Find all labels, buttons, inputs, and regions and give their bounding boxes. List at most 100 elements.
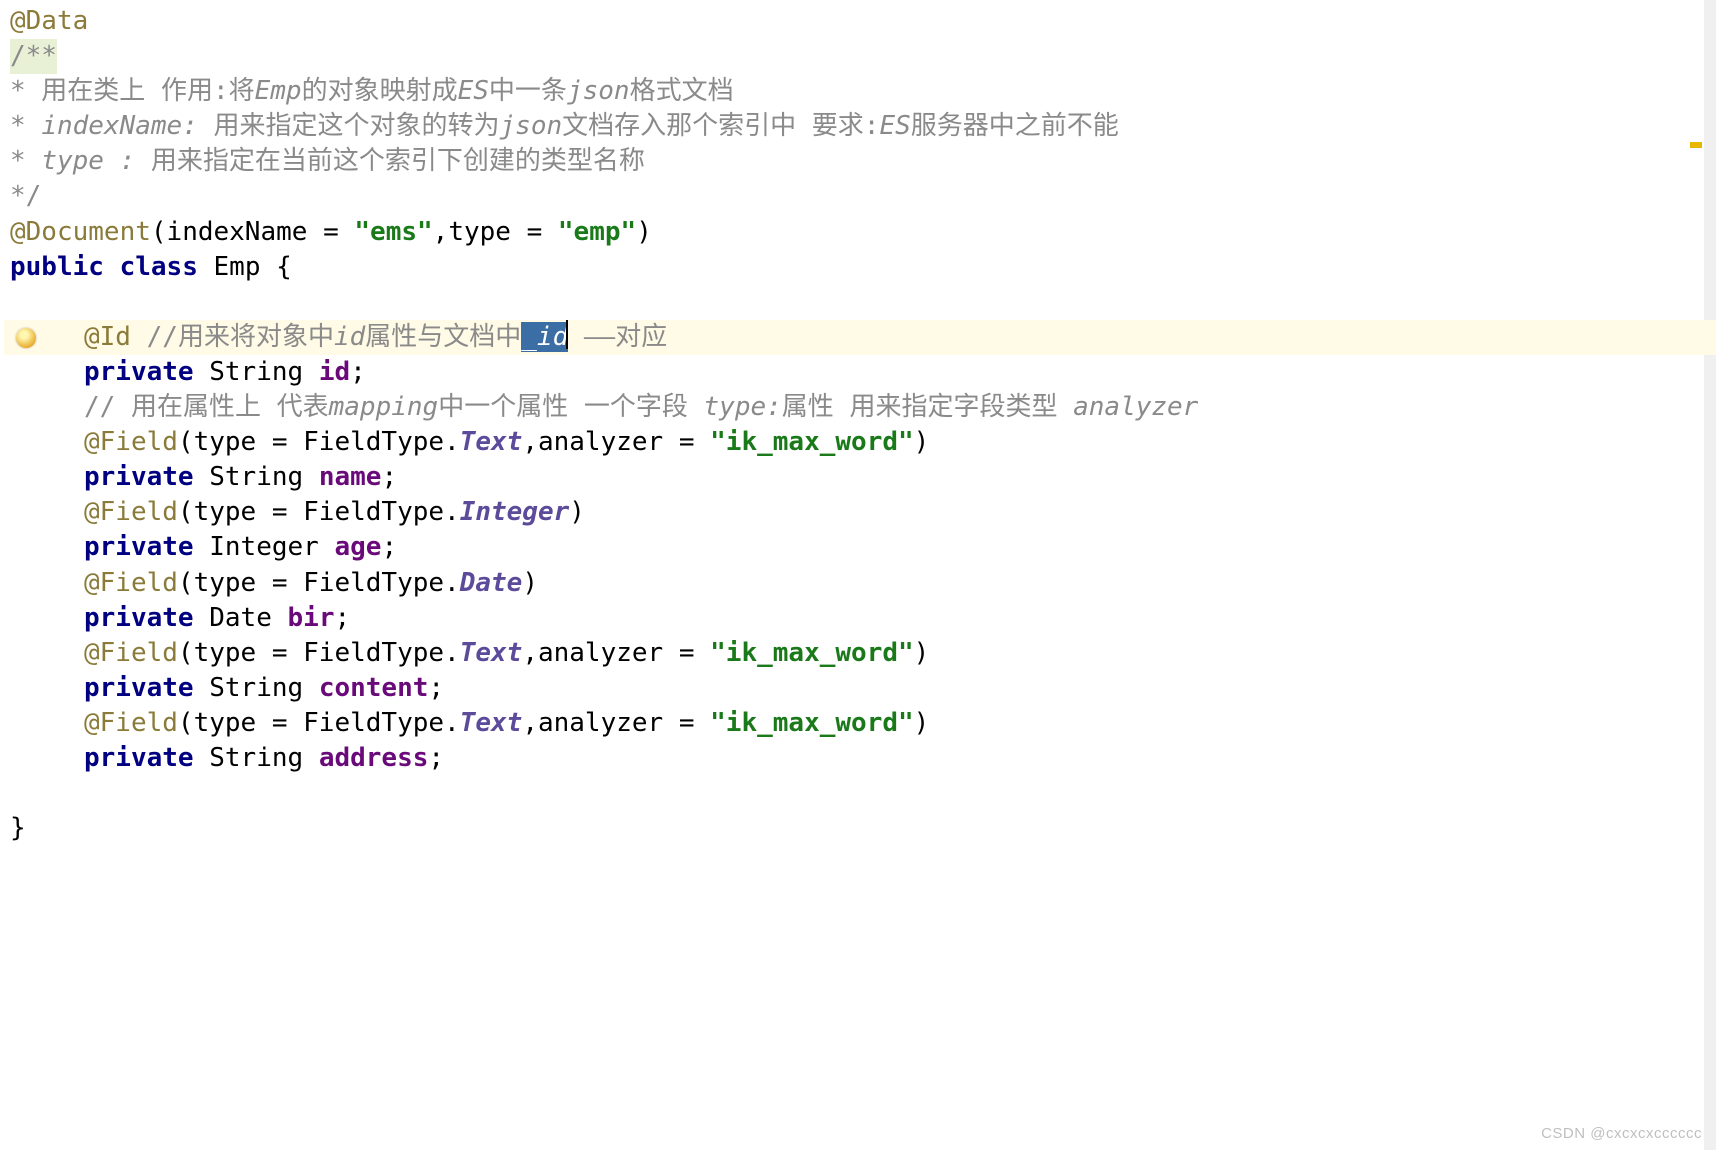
code-line-blank: [4, 285, 1716, 320]
code-line: @Field(type = FieldType.Date): [4, 566, 1716, 601]
comment-text: 用来将对象中: [178, 322, 334, 352]
comment-emph: mapping: [329, 392, 439, 422]
string-literal: "ik_max_word": [710, 427, 914, 457]
comment-emph: type:: [704, 392, 782, 422]
field-id: id: [319, 357, 350, 387]
semicolon: ;: [381, 532, 397, 562]
comment-emph: analyzer: [1073, 392, 1198, 422]
keyword-private: private: [84, 673, 194, 703]
javadoc-emph: ES: [458, 76, 489, 106]
type-string: String: [209, 462, 303, 492]
code-line: * type : 用来指定在当前这个索引下创建的类型名称: [4, 144, 1716, 179]
code-line: /**: [4, 39, 1716, 74]
javadoc-text: *: [10, 111, 41, 141]
punct: ,type =: [433, 217, 558, 247]
code-line: private String id;: [4, 355, 1716, 390]
annotation-field: @Field: [84, 497, 178, 527]
field-name: name: [319, 462, 382, 492]
type-date: Date: [209, 603, 272, 633]
annotation-field: @Field: [84, 568, 178, 598]
annotation-id: @Id: [84, 322, 131, 352]
type-string: String: [209, 357, 303, 387]
field-content: content: [319, 673, 429, 703]
javadoc-close: */: [10, 181, 41, 211]
punct: ,analyzer =: [522, 708, 710, 738]
string-literal: "ik_max_word": [710, 638, 914, 668]
keyword-private: private: [84, 603, 194, 633]
close-paren: ): [914, 427, 930, 457]
code-line: @Field(type = FieldType.Text,analyzer = …: [4, 425, 1716, 460]
comment-text: 用在属性上 代表: [115, 392, 328, 422]
code-editor[interactable]: @Data /** * 用在类上 作用:将Emp的对象映射成ES中一条json格…: [4, 4, 1716, 846]
annotation-field: @Field: [84, 638, 178, 668]
enum-text: Text: [460, 427, 523, 457]
intention-bulb-icon[interactable]: [16, 328, 36, 348]
code-line: * 用在类上 作用:将Emp的对象映射成ES中一条json格式文档: [4, 74, 1716, 109]
code-line-highlight: @Id //用来将对象中id属性与文档中_id ——对应: [4, 320, 1716, 355]
punct: (indexName =: [151, 217, 355, 247]
comment-text: ——对应: [568, 322, 667, 352]
javadoc-text: 中一条: [489, 76, 567, 106]
keyword-private: private: [84, 743, 194, 773]
code-line: @Field(type = FieldType.Integer): [4, 495, 1716, 530]
comment-emph: id: [334, 322, 365, 352]
code-line: @Field(type = FieldType.Text,analyzer = …: [4, 636, 1716, 671]
code-line-blank: [4, 776, 1716, 811]
keyword-class: class: [120, 252, 198, 282]
text-selection: _id: [521, 322, 568, 352]
punct: ,analyzer =: [522, 638, 710, 668]
semicolon: ;: [428, 743, 444, 773]
comment-text: 中一个属性 一个字段: [438, 392, 703, 422]
javadoc-text: 用来指定这个对象的转为: [198, 111, 500, 141]
comment-text: 属性 用来指定字段类型: [782, 392, 1073, 422]
close-paren: ): [522, 568, 538, 598]
close-paren: ): [569, 497, 585, 527]
field-bir: bir: [288, 603, 335, 633]
punct: (type = FieldType.: [178, 638, 460, 668]
enum-date: Date: [460, 568, 523, 598]
javadoc-emph: json: [500, 111, 563, 141]
brace-open: {: [276, 252, 292, 282]
watermark-text: CSDN @cxcxcxcccccc: [1541, 1124, 1702, 1144]
comment-text: 属性与文档中: [365, 322, 521, 352]
javadoc-param: type :: [41, 146, 135, 176]
close-paren: ): [914, 638, 930, 668]
javadoc-text: 的对象映射成: [302, 76, 458, 106]
code-line: @Document(indexName = "ems",type = "emp"…: [4, 215, 1716, 250]
code-line: */: [4, 179, 1716, 214]
comment-slash: //: [84, 392, 115, 422]
javadoc-param: indexName:: [41, 111, 198, 141]
type-string: String: [209, 743, 303, 773]
punct: (type = FieldType.: [178, 427, 460, 457]
code-line: * indexName: 用来指定这个对象的转为json文档存入那个索引中 要求…: [4, 109, 1716, 144]
javadoc-text: 服务器中之前不能: [911, 111, 1119, 141]
javadoc-emph: ES: [879, 111, 910, 141]
code-line: @Field(type = FieldType.Text,analyzer = …: [4, 706, 1716, 741]
type-integer: Integer: [209, 532, 319, 562]
field-age: age: [334, 532, 381, 562]
code-line: }: [4, 811, 1716, 846]
annotation-data: @Data: [10, 6, 88, 36]
brace-close: }: [10, 813, 26, 843]
semicolon: ;: [381, 462, 397, 492]
code-line: private Date bir;: [4, 601, 1716, 636]
type-string: String: [209, 673, 303, 703]
javadoc-text: 用来指定在当前这个索引下创建的类型名称: [135, 146, 645, 176]
enum-text: Text: [460, 638, 523, 668]
punct: ): [636, 217, 652, 247]
javadoc-open: /**: [10, 39, 57, 74]
keyword-private: private: [84, 462, 194, 492]
javadoc-text: 格式文档: [630, 76, 734, 106]
code-line: private String content;: [4, 671, 1716, 706]
javadoc-text: * 用在类上 作用:将: [10, 76, 255, 106]
enum-text: Text: [460, 708, 523, 738]
semicolon: ;: [334, 603, 350, 633]
annotation-field: @Field: [84, 427, 178, 457]
comment-slash: //: [147, 322, 178, 352]
code-line: private String name;: [4, 460, 1716, 495]
javadoc-emph: json: [567, 76, 630, 106]
string-literal: "ems": [354, 217, 432, 247]
code-line: @Data: [4, 4, 1716, 39]
semicolon: ;: [350, 357, 366, 387]
code-line: public class Emp {: [4, 250, 1716, 285]
